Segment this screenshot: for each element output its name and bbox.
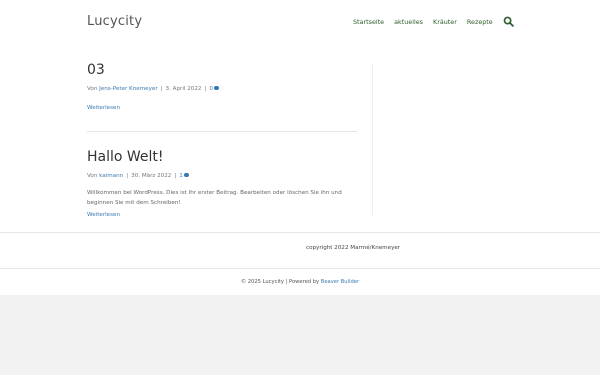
- comment-icon: [183, 173, 189, 177]
- footer-divider: [0, 232, 600, 233]
- post-item: Hallo Welt! Von kaimann | 30. März 2022 …: [87, 149, 357, 218]
- nav-item-startseite[interactable]: Startseite: [353, 18, 384, 26]
- main-nav: Startseite aktuelles Kräuter Rezepte: [353, 18, 493, 26]
- comment-count: 0: [209, 86, 213, 92]
- read-more-link[interactable]: Weiterlesen: [87, 105, 357, 111]
- nav-item-rezepte[interactable]: Rezepte: [467, 18, 493, 26]
- site-title[interactable]: Lucycity: [87, 14, 142, 29]
- post-divider: [87, 131, 357, 132]
- post-title[interactable]: 03: [87, 62, 357, 78]
- comment-count: 1: [179, 173, 183, 179]
- post-item: 03 Von Jens-Peter Knemeyer | 3. April 20…: [87, 62, 357, 111]
- author-link[interactable]: Jens-Peter Knemeyer: [99, 86, 158, 92]
- credit-text: © 2025 Lucycity | Powered by: [240, 279, 320, 285]
- post-date: 3. April 2022: [165, 86, 202, 92]
- meta-separator: |: [174, 173, 177, 179]
- post-excerpt: Willkommen bei WordPress. Dies ist Ihr e…: [87, 190, 342, 206]
- beaver-builder-link[interactable]: Beaver Builder: [321, 279, 359, 285]
- comment-icon: [213, 86, 219, 90]
- footer-copyright: copyright 2022 Marmé/Knemeyer: [306, 245, 401, 251]
- author-link[interactable]: kaimann: [99, 173, 123, 179]
- meta-prefix: Von: [87, 173, 98, 179]
- post-meta: Von Jens-Peter Knemeyer | 3. April 2022 …: [87, 86, 357, 92]
- search-icon[interactable]: [503, 16, 514, 27]
- post-meta: Von kaimann | 30. März 2022 | 1: [87, 173, 357, 179]
- footer-credit: © 2025 Lucycity | Powered by Beaver Buil…: [0, 279, 600, 285]
- meta-prefix: Von: [87, 86, 98, 92]
- post-list: 03 Von Jens-Peter Knemeyer | 3. April 20…: [87, 62, 357, 218]
- post-title[interactable]: Hallo Welt!: [87, 149, 357, 165]
- sidebar-divider: [372, 64, 373, 215]
- page: Lucycity Startseite aktuelles Kräuter Re…: [0, 0, 600, 295]
- post-date: 30. März 2022: [131, 173, 172, 179]
- comments-link[interactable]: 1: [179, 173, 189, 179]
- meta-separator: |: [126, 173, 129, 179]
- nav-item-kraeuter[interactable]: Kräuter: [433, 18, 457, 26]
- comments-link[interactable]: 0: [209, 86, 219, 92]
- nav-item-aktuelles[interactable]: aktuelles: [394, 18, 423, 26]
- read-more-link[interactable]: Weiterlesen: [87, 212, 357, 218]
- footer-divider: [0, 268, 600, 269]
- meta-separator: |: [204, 86, 207, 92]
- meta-separator: |: [160, 86, 163, 92]
